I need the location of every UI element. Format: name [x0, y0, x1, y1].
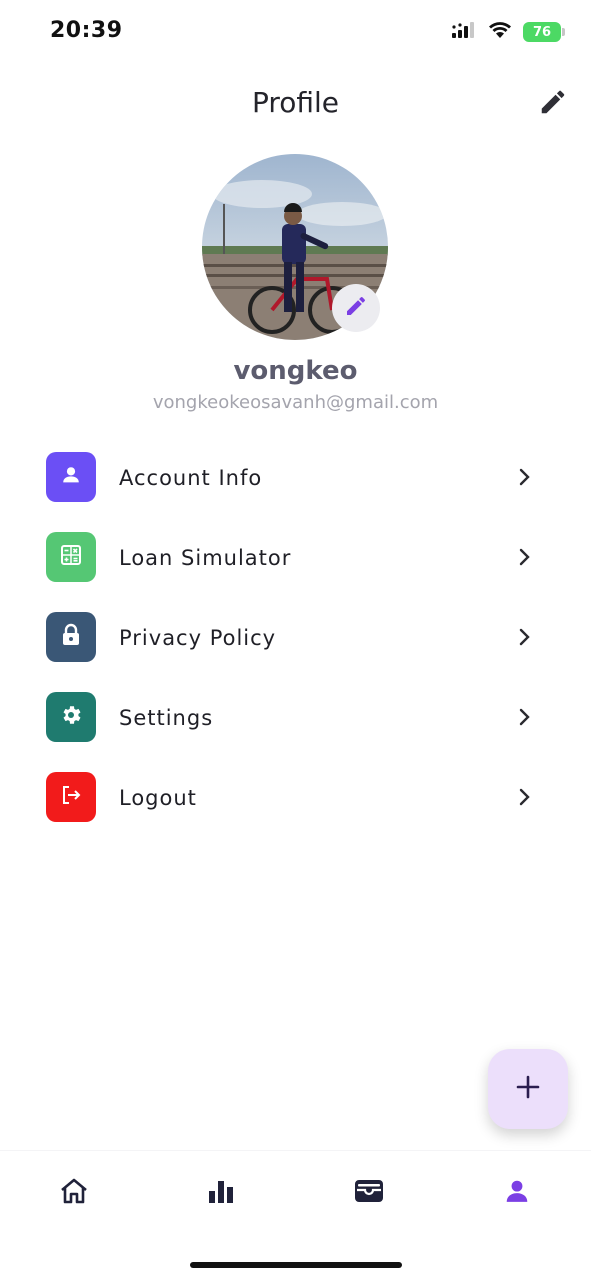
wallet-icon — [354, 1178, 384, 1208]
add-button[interactable] — [488, 1049, 568, 1129]
status-bar: 20:39 76 — [0, 0, 591, 64]
menu-item-logout[interactable]: Logout — [46, 772, 546, 852]
chevron-right-icon — [514, 705, 536, 729]
menu-item-account-info[interactable]: Account Info — [46, 452, 546, 532]
menu-label: Settings — [119, 706, 214, 730]
change-avatar-button[interactable] — [332, 284, 380, 332]
menu-icon-bg — [46, 772, 96, 822]
user-name: vongkeo — [233, 356, 358, 386]
status-icons: 76 — [451, 20, 565, 44]
menu-item-privacy-policy[interactable]: Privacy Policy — [46, 612, 546, 692]
calculator-icon — [59, 543, 83, 571]
person-icon — [504, 1178, 530, 1208]
menu-label: Account Info — [119, 466, 263, 490]
menu-label: Loan Simulator — [119, 546, 292, 570]
page-title: Profile — [251, 86, 340, 119]
chevron-right-icon — [514, 625, 536, 649]
user-email: vongkeokeosavanh@gmail.com — [152, 392, 439, 413]
wifi-icon — [487, 20, 513, 44]
menu-icon-bg — [46, 612, 96, 662]
gear-icon — [59, 703, 83, 731]
lock-icon — [60, 623, 82, 651]
menu-label: Logout — [119, 786, 197, 810]
bar-chart-icon — [208, 1179, 234, 1207]
menu-icon-bg — [46, 692, 96, 742]
menu-icon-bg — [46, 452, 96, 502]
menu-item-settings[interactable]: Settings — [46, 692, 546, 772]
chevron-right-icon — [514, 545, 536, 569]
nav-wallet[interactable] — [349, 1173, 389, 1213]
chevron-right-icon — [514, 785, 536, 809]
menu-label: Privacy Policy — [119, 626, 277, 650]
person-icon — [60, 464, 82, 490]
status-time: 20:39 — [50, 18, 123, 43]
battery-level: 76 — [532, 24, 552, 40]
home-icon — [59, 1177, 89, 1209]
edit-profile-button[interactable] — [535, 86, 571, 122]
logout-icon — [59, 783, 83, 811]
bottom-nav — [0, 1150, 591, 1280]
home-indicator — [190, 1262, 402, 1268]
pencil-icon — [538, 87, 568, 121]
pencil-icon — [344, 294, 368, 322]
avatar-container — [202, 154, 388, 340]
chevron-right-icon — [514, 465, 536, 489]
profile-menu: Account Info Loan Simulator Privacy Poli… — [46, 452, 546, 852]
nav-home[interactable] — [54, 1173, 94, 1213]
plus-icon — [516, 1075, 540, 1103]
menu-item-loan-simulator[interactable]: Loan Simulator — [46, 532, 546, 612]
nav-profile[interactable] — [497, 1173, 537, 1213]
cellular-signal-icon — [451, 21, 477, 43]
nav-statistics[interactable] — [201, 1173, 241, 1213]
battery-charging-icon: 76 — [523, 22, 565, 42]
menu-icon-bg — [46, 532, 96, 582]
